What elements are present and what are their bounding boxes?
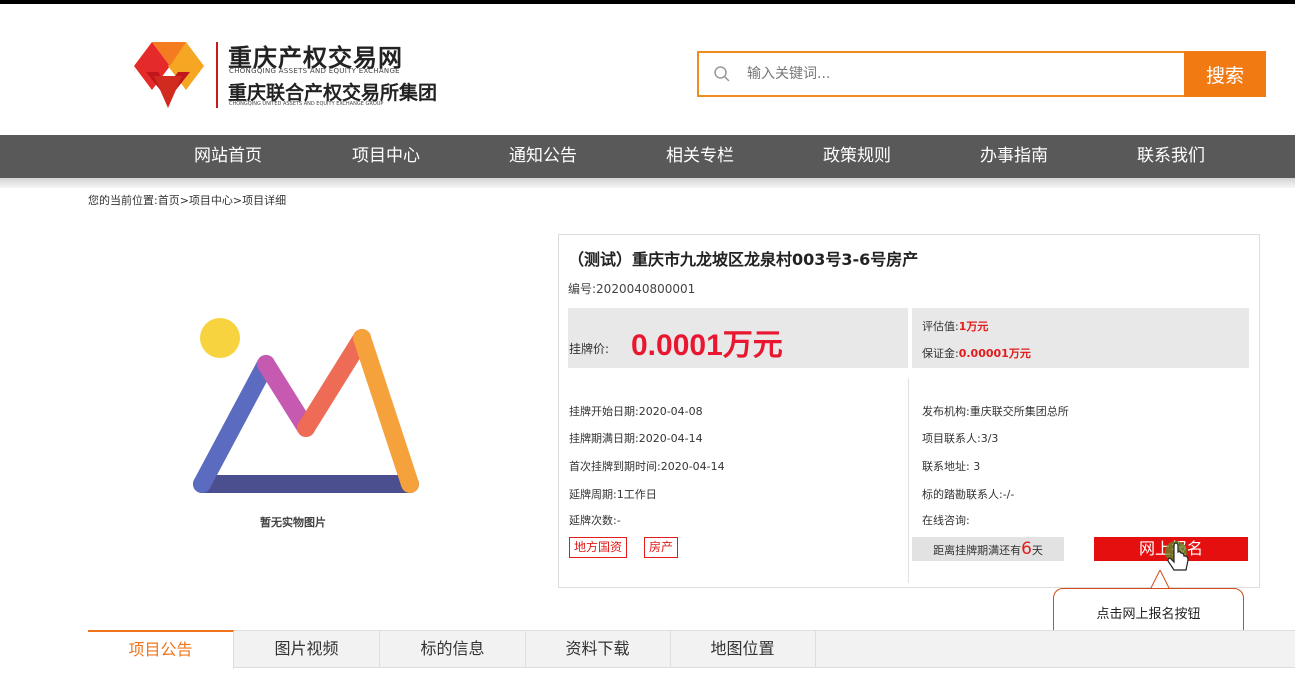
listing-end-date: 挂牌期满日期:2020-04-14 [569, 432, 703, 445]
nav-shadow [0, 178, 1295, 188]
tag-local-state-assets[interactable]: 地方国资 [569, 537, 628, 558]
top-black-bar [0, 0, 1295, 4]
tab-target-info[interactable]: 标的信息 [380, 630, 526, 668]
online-consult-label: 在线咨询: [922, 514, 970, 527]
deposit-value: 0.00001万元 [958, 347, 1031, 360]
nav-item-projects[interactable]: 项目中心 [352, 135, 420, 178]
breadcrumb: 您的当前位置:首页>项目中心>项目详细 [88, 194, 287, 207]
site-survey-contact: 标的踏勘联系人:-/- [922, 488, 1015, 501]
logo-subtitle-en: CHONGQING ASSETS AND EQUITY EXCHANGE [229, 67, 400, 75]
extension-count: 延牌次数:- [569, 514, 621, 527]
main-nav: 网站首页 项目中心 通知公告 相关专栏 政策规则 办事指南 联系我们 [0, 135, 1295, 178]
evaluation-line: 评估值:1万元 [922, 318, 988, 334]
search-input[interactable] [747, 53, 1177, 95]
search-button[interactable]: 搜索 [1184, 51, 1266, 97]
price-label: 挂牌价: [569, 342, 610, 356]
deposit-line: 保证金:0.00001万元 [922, 345, 1031, 361]
site-logo[interactable]: 重庆产权交易网 CHONGQING ASSETS AND EQUITY EXCH… [132, 38, 437, 110]
logo-divider [216, 42, 218, 108]
tooltip-arrow-icon [1150, 570, 1170, 590]
first-expiry-time: 首次挂牌到期时间:2020-04-14 [569, 460, 725, 473]
logo-group-name-en: CHONGQING UNITED ASSETS AND EQUITY EXCHA… [229, 101, 384, 107]
nav-item-columns[interactable]: 相关专栏 [666, 135, 734, 178]
nav-item-contact[interactable]: 联系我们 [1137, 135, 1205, 178]
project-code: 编号:2020040800001 [568, 282, 696, 296]
search-icon [714, 66, 730, 82]
extension-period: 延牌周期:1工作日 [569, 488, 657, 501]
logo-mark-icon [134, 42, 204, 108]
countdown-prefix: 距离挂牌期满还有 [933, 544, 1022, 557]
search-bar: 搜索 [697, 51, 1266, 97]
no-image-placeholder-icon [193, 318, 419, 493]
countdown-suffix: 天 [1031, 544, 1043, 557]
nav-item-policies[interactable]: 政策规则 [823, 135, 891, 178]
countdown-badge: 距离挂牌期满还有6天 [912, 537, 1064, 561]
info-divider [908, 378, 909, 583]
listing-start-date: 挂牌开始日期:2020-04-08 [569, 405, 703, 418]
tab-map-location[interactable]: 地图位置 [670, 630, 816, 668]
nav-item-notices[interactable]: 通知公告 [509, 135, 577, 178]
countdown-days: 6 [1021, 539, 1032, 559]
contact-address: 联系地址: 3 [922, 460, 981, 473]
nav-item-guide[interactable]: 办事指南 [980, 135, 1048, 178]
tag-property[interactable]: 房产 [644, 537, 679, 558]
evaluation-label: 评估值: [922, 320, 959, 333]
no-image-text: 暂无实物图片 [260, 516, 326, 529]
project-contact: 项目联系人:3/3 [922, 432, 999, 445]
deposit-label: 保证金: [922, 347, 959, 360]
project-title: （测试）重庆市九龙坡区龙泉村003号3-6号房产 [568, 250, 919, 269]
tab-project-notice[interactable]: 项目公告 [88, 630, 234, 669]
tab-downloads[interactable]: 资料下载 [525, 630, 671, 668]
tab-photos-videos[interactable]: 图片视频 [234, 630, 380, 668]
publisher: 发布机构:重庆联交所集团总所 [922, 405, 1069, 418]
nav-item-home[interactable]: 网站首页 [194, 135, 262, 178]
evaluation-value: 1万元 [958, 320, 989, 333]
price-value: 0.0001万元 [631, 329, 783, 362]
